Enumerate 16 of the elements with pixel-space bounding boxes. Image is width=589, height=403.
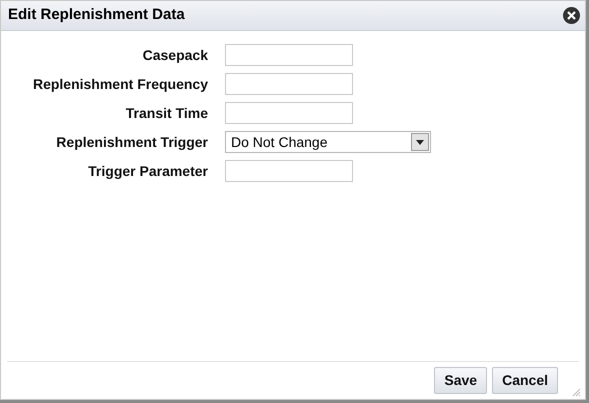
input-field[interactable] xyxy=(225,160,353,182)
input-field[interactable] xyxy=(225,102,353,124)
field-label: Trigger Parameter xyxy=(87,162,208,181)
input-field[interactable] xyxy=(225,73,353,95)
dropdown-field[interactable]: Do Not Change xyxy=(225,131,431,153)
dialog-button[interactable]: Cancel xyxy=(492,367,558,394)
field-label: Casepack xyxy=(142,46,208,65)
input-field[interactable] xyxy=(225,44,353,66)
field-label: Transit Time xyxy=(124,104,208,122)
resize-grip-icon xyxy=(571,387,581,397)
dialog-title: Edit Replenishment Data xyxy=(8,5,185,26)
close-icon xyxy=(567,11,576,20)
dialog-button[interactable]: Save xyxy=(434,367,488,394)
close-button[interactable] xyxy=(563,7,580,24)
field-label: Replenishment Trigger xyxy=(55,132,208,152)
field-label: Replenishment Frequency xyxy=(32,74,208,94)
